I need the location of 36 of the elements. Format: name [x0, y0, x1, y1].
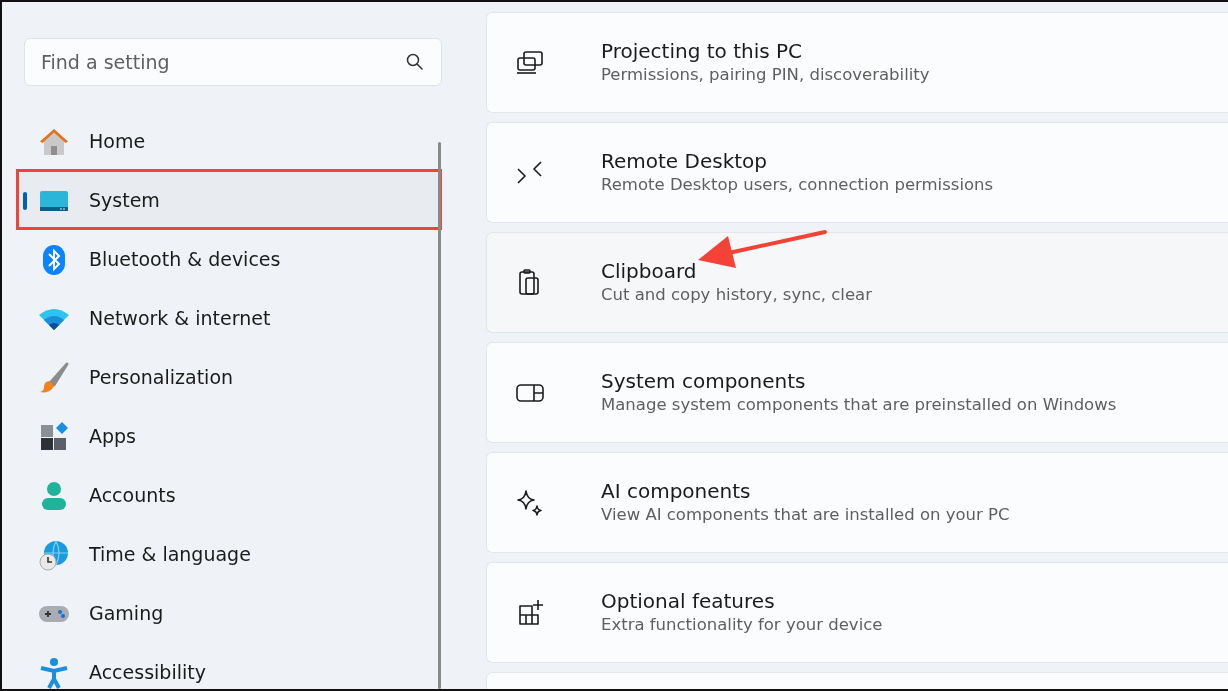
settings-card[interactable]: Remote Desktop Remote Desktop users, connection permissions — [486, 122, 1228, 223]
setting-description: Manage system components that are preinstalled on Windows — [601, 394, 1117, 416]
globe-clock-icon — [38, 538, 70, 571]
setting-title: Remote Desktop — [601, 149, 768, 175]
setting-title: System components — [601, 369, 807, 395]
paintbrush-icon — [38, 361, 70, 394]
settings-card[interactable]: Clipboard Cut and copy history, sync, clear — [486, 232, 1228, 333]
nav-item[interactable]: Home — [18, 112, 440, 171]
nav-item[interactable]: Gaming — [18, 584, 440, 643]
search-icon — [406, 53, 424, 71]
setting-title: AI components — [601, 479, 752, 505]
nav-item[interactable]: Time & language — [18, 525, 440, 584]
selection-indicator — [23, 192, 27, 210]
setting-title: Optional features — [601, 589, 776, 615]
scrollbar[interactable] — [438, 142, 441, 689]
nav-item[interactable]: Bluetooth & devices — [18, 230, 440, 289]
nav-item[interactable]: Accessibility — [18, 643, 440, 689]
setting-description: Remote Desktop users, connection permissions — [601, 174, 994, 196]
accessibility-icon — [38, 656, 70, 689]
setting-description: Extra functionality for your device — [601, 614, 883, 636]
settings-card[interactable]: Projecting to this PC Permissions, pairing PIN, discoverability — [486, 12, 1228, 113]
setting-title: Clipboard — [601, 259, 698, 285]
settings-card[interactable]: Optional features Extra functionality for your device — [486, 562, 1228, 663]
settings-card[interactable]: System components Manage system components that are preinstalled on Windows — [486, 342, 1228, 443]
setting-description: Cut and copy history, sync, clear — [601, 284, 872, 306]
nav-item[interactable]: Network & internet — [18, 289, 440, 348]
setting-description: View AI components that are installed on your PC — [601, 504, 1010, 526]
nav-item[interactable]: System — [18, 171, 440, 230]
search-field[interactable]: Find a setting — [24, 38, 442, 86]
setting-title: Projecting to this PC — [601, 39, 804, 65]
nav-item[interactable]: Apps — [18, 407, 440, 466]
nav-item[interactable]: Accounts — [18, 466, 440, 525]
setting-description: Permissions, pairing PIN, discoverability — [601, 64, 930, 86]
nav-item[interactable]: Personalization — [18, 348, 440, 407]
apps-icon — [38, 420, 70, 453]
settings-card[interactable]: AI components View AI components that are installed on your PC — [486, 452, 1228, 553]
